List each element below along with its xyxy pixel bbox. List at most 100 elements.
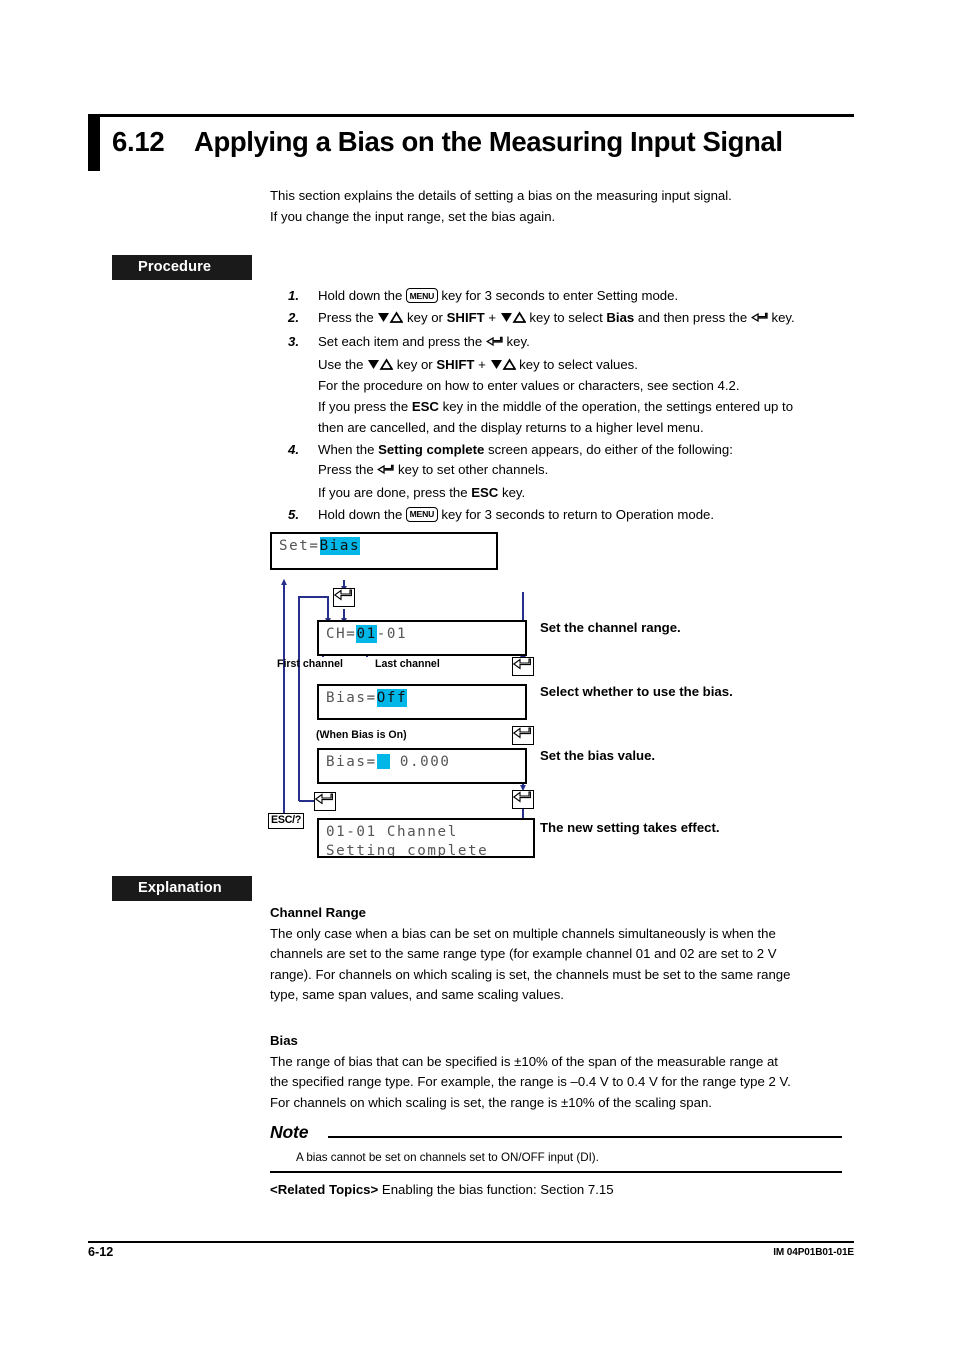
intro-line-2: If you change the input range, set the b… [270,208,556,224]
esc-help-key-button[interactable]: ESC/? [268,813,305,830]
paragraph-line: type, same span values, and same scaling… [270,987,564,1003]
enter-key-icon [512,657,534,676]
explanation-channel-range: Channel Range The only case when a bias … [270,903,870,1006]
subheading-channel-range: Channel Range [270,905,366,920]
step-line: Hold down the MENU key for 3 seconds to … [318,288,679,304]
label-first-channel: First channel [277,658,343,670]
lcd-highlight: Off [376,689,408,707]
page-number: 6-12 [88,1245,114,1259]
enter-key-icon [485,334,503,355]
step-number: 3. [288,334,299,350]
step-number: 5. [288,506,299,522]
emphasis: ESC [471,484,499,500]
up-down-triangle-icon [377,309,404,330]
note-header: Note [270,1122,842,1146]
enter-key-icon [377,462,395,483]
title-top-rule [88,114,854,117]
lcd-screen-setting-complete: 01-01 Channel Setting complete [317,818,535,858]
step-line: When the Setting complete screen appears… [318,441,733,457]
step-line: Hold down the MENU key for 3 seconds to … [318,506,715,523]
procedure-steps: 1. Hold down the MENU key for 3 seconds t… [288,286,870,527]
related-topics-label: <Related Topics> [270,1182,379,1197]
emphasis: SHIFT [436,356,475,372]
step-number: 2. [288,310,299,326]
paragraph-line: The range of bias that can be specified … [270,1053,778,1069]
document-id: IM 04P01B01-01E [773,1247,854,1258]
up-down-triangle-icon [490,356,517,377]
explanation-bias: Bias The range of bias that can be speci… [270,1031,870,1113]
lcd-cursor [376,754,390,769]
up-down-triangle-icon [367,356,394,377]
note-top-rule [328,1136,842,1138]
document-page: 6.12 Applying a Bias on the Measuring In… [0,0,954,1350]
paragraph-line: channels are set to the same range type … [270,946,777,962]
enter-key-icon [314,792,336,811]
paragraph-line: the specified range type. For example, t… [270,1074,791,1090]
step-number: 4. [288,441,299,457]
step-number: 1. [288,288,299,303]
related-topics: <Related Topics> Enabling the bias funct… [270,1182,614,1197]
emphasis: Bias [606,310,635,326]
intro-line-1: This section explains the details of set… [270,188,732,203]
paragraph-line: For channels on which scaling is set, th… [270,1094,712,1110]
label-last-channel: Last channel [375,658,440,670]
note-body: A bias cannot be set on channels set to … [296,1151,599,1164]
procedure-step: 5. Hold down the MENU key for 3 seconds t… [288,505,870,526]
lcd-highlight: Bias [319,537,361,555]
enter-key-icon [512,790,534,809]
explanation-heading: Explanation [112,876,252,901]
procedure-step: 3. Set each item and press the key. Use th… [288,332,870,438]
label-when-bias-on: (When Bias is On) [316,729,407,741]
lcd-line: 01-01 Channel [326,824,458,840]
lcd-line: CH=01-01 [326,625,408,643]
emphasis: ESC [411,398,439,414]
step-line: If you press the ESC key in the middle o… [318,398,794,414]
lcd-highlight: 01 [356,625,377,643]
settings-flow-diagram: Set=Bias CH=01-01 Set the channel range.… [262,532,862,862]
intro-paragraph: This section explains the details of set… [270,186,870,227]
menu-key-icon: MENU [405,288,438,304]
section-title: Applying a Bias on the Measuring Input S… [194,126,783,157]
related-topics-text: Enabling the bias function: Section 7.15 [381,1182,614,1197]
menu-key-icon: MENU [405,507,438,523]
step-line: then are cancelled, and the display retu… [318,419,704,435]
step-line: Set each item and press the key. [318,332,870,355]
procedure-step: 2. Press the key or SHIFT + key to select… [288,308,870,331]
step-line: Press the key to set other channels. [318,460,870,483]
step-line: Press the key or SHIFT + key to select B… [318,308,870,331]
note-title: Note [270,1122,309,1142]
enter-key-icon [333,588,355,607]
procedure-heading: Procedure [112,255,252,280]
lcd-line: Setting complete [326,843,489,858]
lcd-screen-bias-onoff: Bias=Off [317,684,527,720]
up-down-triangle-icon [500,309,527,330]
emphasis: Setting complete [378,441,485,457]
enter-key-icon [750,310,768,331]
step-line: Use the key or SHIFT + key to select val… [318,355,870,377]
lcd-screen-channel-range: CH=01-01 [317,620,527,656]
lcd-line: Bias=Off [326,689,408,707]
caption-select-bias-use: Select whether to use the bias. [540,684,733,699]
caption-setting-takes-effect: The new setting takes effect. [540,820,720,835]
note-bottom-rule [270,1171,842,1173]
lcd-line: Bias= 0.000 [326,754,451,770]
title-accent-bar [88,117,100,171]
note-block: Note A bias cannot be set on channels se… [270,1122,842,1173]
paragraph-line: The only case when a bias can be set on … [270,925,776,941]
lcd-screen-bias-value: Bias= 0.000 [317,748,527,784]
enter-key-icon [512,726,534,745]
step-line: If you are done, press the ESC key. [318,484,526,500]
footer-rule [88,1241,854,1243]
procedure-step: 4. When the Setting complete screen appea… [288,440,870,504]
page-title: 6.12 Applying a Bias on the Measuring In… [112,119,872,165]
caption-set-bias-value: Set the bias value. [540,748,656,763]
emphasis: SHIFT [446,310,485,326]
caption-set-channel-range: Set the channel range. [540,620,681,635]
section-number: 6.12 [112,126,165,157]
lcd-screen-set-bias: Set=Bias [270,532,498,570]
procedure-step: 1. Hold down the MENU key for 3 seconds t… [288,286,870,307]
subheading-bias: Bias [270,1033,298,1048]
step-line: For the procedure on how to enter values… [318,378,740,394]
paragraph-line: range). For channels on which scaling is… [270,966,791,982]
lcd-line: Set=Bias [279,537,361,555]
